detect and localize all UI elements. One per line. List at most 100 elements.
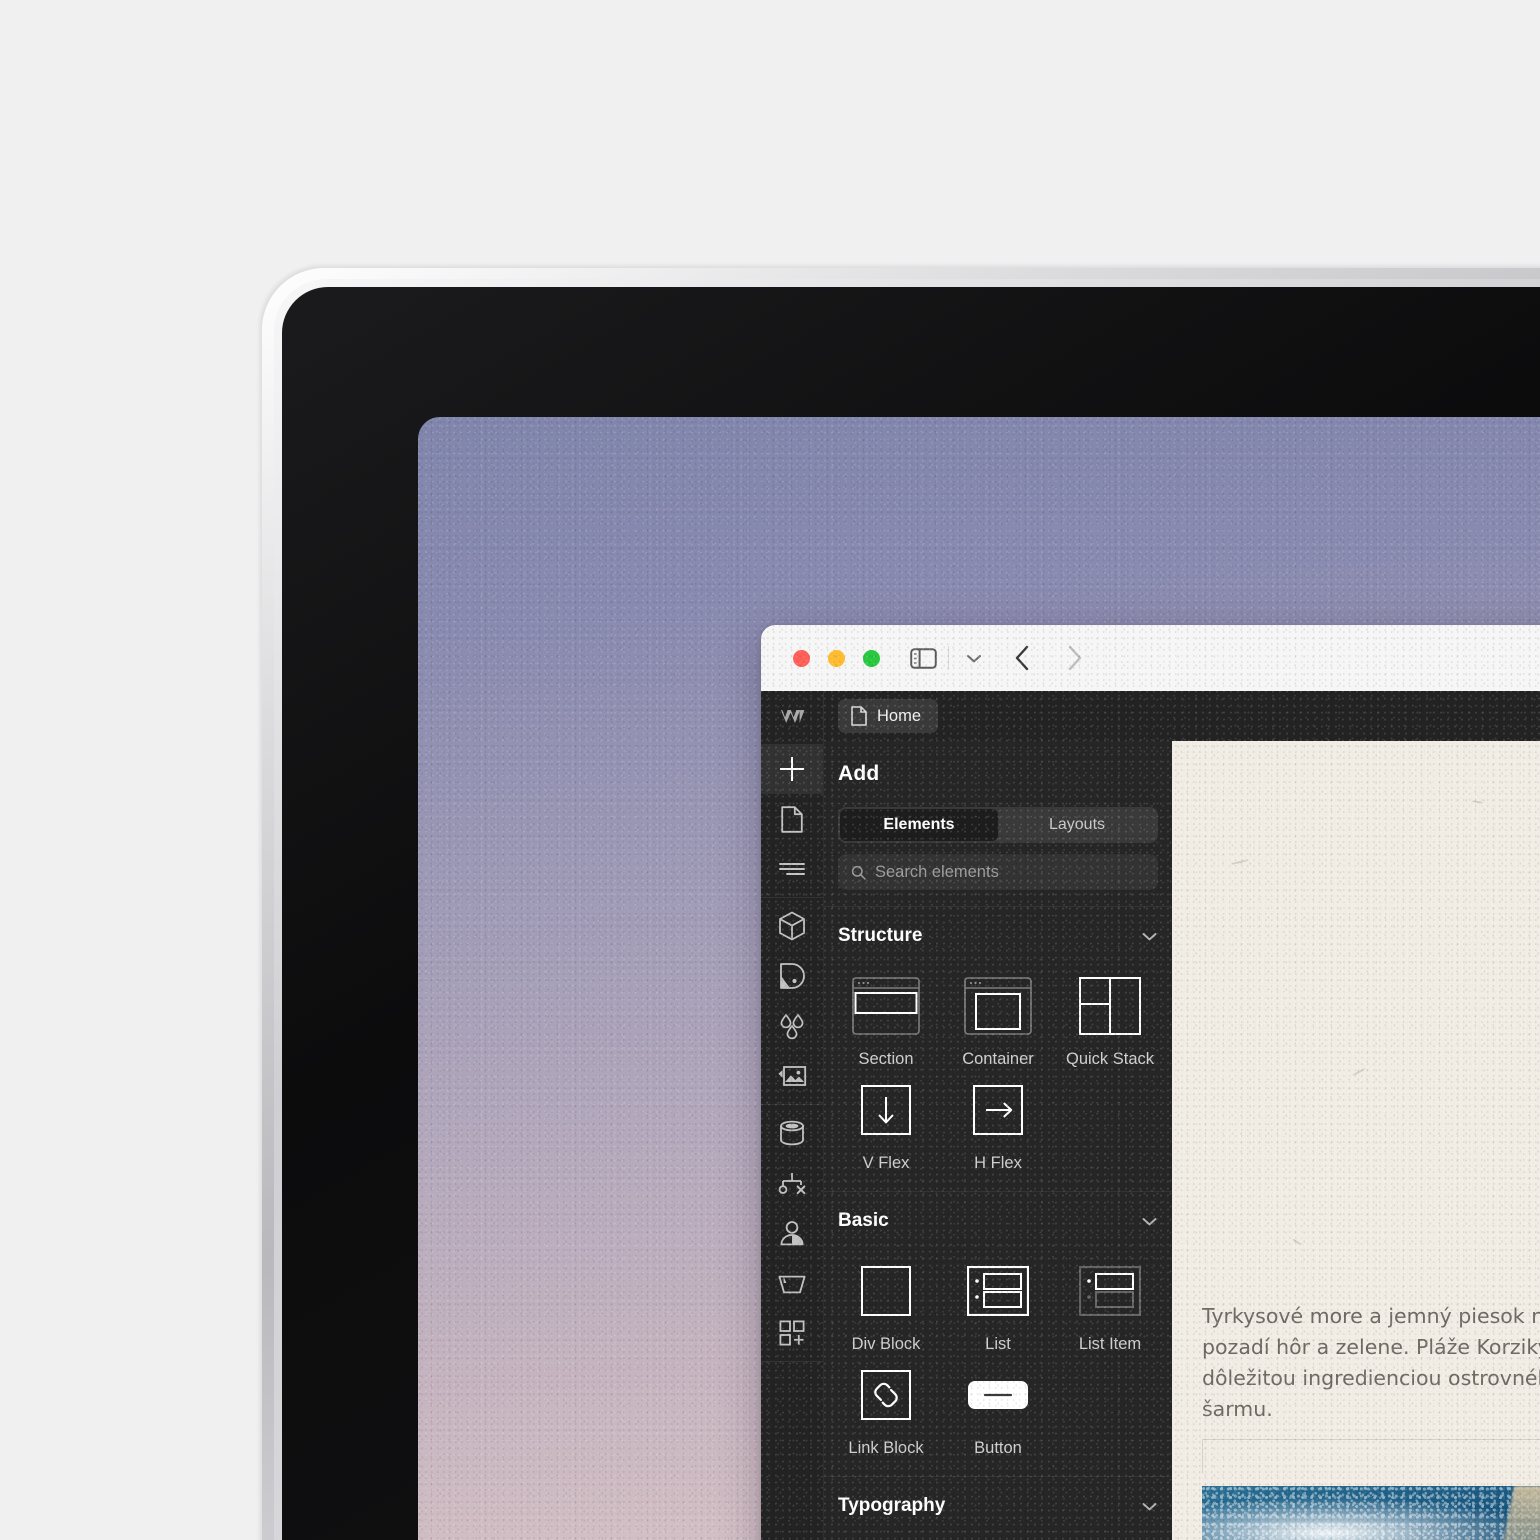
rail-group-primary [761, 741, 823, 898]
browser-toolbar [761, 625, 1540, 692]
element-paragraph[interactable]: Paragraph [942, 1535, 1054, 1540]
rail-item-cms[interactable] [761, 1108, 823, 1158]
canvas-paragraph[interactable]: Tyrkysové more a jemný piesok na pozadí … [1202, 1301, 1540, 1425]
zoom-window-button[interactable] [863, 650, 880, 667]
list-item-icon [1079, 1260, 1141, 1322]
laptop-lid-edge: Home ••• [274, 279, 1540, 1540]
section-title: Basic [838, 1210, 889, 1231]
section-title: Typography [838, 1495, 946, 1516]
rail-item-assets[interactable] [761, 1051, 823, 1101]
rail-item-add[interactable] [761, 744, 823, 794]
laptop-device: Home ••• [262, 268, 1540, 1540]
section-typography-header[interactable]: Typography [824, 1477, 1172, 1535]
element-text-link[interactable]: Link Text Link [1054, 1535, 1166, 1540]
element-list-item[interactable]: List Item [1054, 1250, 1166, 1354]
element-label: List [985, 1335, 1011, 1353]
rail-item-users[interactable] [761, 1208, 823, 1258]
element-list[interactable]: List [942, 1250, 1054, 1354]
canvas-divider-edge [1202, 1439, 1203, 1473]
sidebar-toggle-icon[interactable] [901, 641, 945, 675]
add-elements-panel: Add Elements Layouts Search elements Str… [824, 741, 1172, 1540]
section-basic: Basic Div Block List List Item Link Bloc… [824, 1191, 1172, 1476]
element-label: List Item [1078, 1335, 1142, 1353]
minimize-window-button[interactable] [828, 650, 845, 667]
paper-speck [1352, 1067, 1366, 1077]
webflow-logo-icon[interactable] [761, 691, 824, 741]
tab-layouts[interactable]: Layouts [998, 809, 1156, 841]
rail-item-logic[interactable] [761, 1158, 823, 1208]
screenshot-stage: Home ••• [0, 0, 1540, 1540]
grid-spacer [1054, 1354, 1166, 1458]
page-icon [851, 706, 867, 726]
back-arrow-icon[interactable] [996, 641, 1048, 675]
element-link-block[interactable]: Link Block [830, 1354, 942, 1458]
element-label: Container [962, 1050, 1034, 1068]
structure-items-grid: Section Container Quick Stack V Flex H F… [824, 965, 1172, 1191]
search-elements-input[interactable]: Search elements [838, 854, 1158, 890]
button-icon [967, 1364, 1029, 1426]
page-tab-home[interactable]: Home [838, 699, 939, 733]
elements-scroll-area[interactable]: Structure Section Container Quick Stack … [824, 906, 1172, 1540]
element-label: V Flex [862, 1154, 910, 1172]
rail-group-design [761, 898, 823, 1105]
rail-item-variables[interactable] [761, 1001, 823, 1051]
rail-item-navigator[interactable] [761, 844, 823, 894]
section-typography: Typography [824, 1476, 1172, 1540]
quick-stack-icon [1079, 975, 1141, 1037]
grid-spacer [1054, 1069, 1166, 1173]
rail-item-ecommerce[interactable] [761, 1258, 823, 1308]
section-structure: Structure Section Container Quick Stack … [824, 906, 1172, 1191]
element-label: Link Block [848, 1439, 924, 1457]
designer-left-rail [761, 741, 824, 1540]
rail-item-pages[interactable] [761, 794, 823, 844]
browser-window: Home ••• [761, 625, 1540, 1540]
section-structure-header[interactable]: Structure [824, 907, 1172, 965]
element-v-flex[interactable]: V Flex [830, 1069, 942, 1173]
aerial-ocean-waves-photo[interactable] [1202, 1486, 1540, 1540]
panel-title: Add [838, 762, 880, 785]
designer-topbar: Home ••• [761, 691, 1540, 742]
chevron-down-icon[interactable] [1141, 931, 1158, 942]
paper-speck [1231, 859, 1249, 865]
design-canvas[interactable]: Tyrkysové more a jemný piesok na pozadí … [1172, 741, 1540, 1540]
webflow-designer: Home ••• [761, 691, 1540, 1540]
element-quick-stack[interactable]: Quick Stack [1054, 965, 1166, 1069]
section-title: Structure [838, 925, 923, 946]
forward-arrow-icon[interactable] [1048, 641, 1100, 675]
canvas-divider [1202, 1439, 1540, 1440]
add-panel-header: Add Elements Layouts Search elements [824, 741, 1172, 906]
laptop-screen: Home ••• [418, 417, 1540, 1540]
rail-item-apps[interactable] [761, 1308, 823, 1358]
toolbar-divider [948, 646, 949, 670]
element-div-block[interactable]: Div Block [830, 1250, 942, 1354]
div-block-icon [861, 1260, 911, 1322]
rail-item-style-panel[interactable] [761, 951, 823, 1001]
arrow-down-icon [861, 1079, 911, 1141]
chevron-down-icon[interactable] [952, 641, 996, 675]
search-placeholder: Search elements [875, 862, 999, 881]
typography-items-grid: H Heading [824, 1535, 1172, 1540]
element-container[interactable]: Container [942, 965, 1054, 1069]
search-icon [851, 865, 866, 880]
paper-speck [1292, 1238, 1302, 1246]
element-heading[interactable]: H Heading [830, 1535, 942, 1540]
section-basic-header[interactable]: Basic [824, 1192, 1172, 1250]
rail-item-components[interactable] [761, 901, 823, 951]
wave-texture [1202, 1486, 1540, 1540]
section-icon [852, 975, 920, 1037]
laptop-bezel: Home ••• [282, 287, 1540, 1540]
window-traffic-lights [793, 650, 880, 667]
chevron-down-icon[interactable] [1141, 1501, 1158, 1512]
element-button[interactable]: Button [942, 1354, 1054, 1458]
element-section[interactable]: Section [830, 965, 942, 1069]
element-label: H Flex [974, 1154, 1022, 1172]
element-label: Section [858, 1050, 914, 1068]
chevron-down-icon[interactable] [1141, 1216, 1158, 1227]
tab-elements[interactable]: Elements [840, 809, 998, 841]
element-label: Div Block [851, 1335, 921, 1353]
element-label: Quick Stack [1065, 1050, 1155, 1068]
panel-tab-switcher: Elements Layouts [838, 807, 1158, 843]
element-h-flex[interactable]: H Flex [942, 1069, 1054, 1173]
close-window-button[interactable] [793, 650, 810, 667]
rail-group-data [761, 1105, 823, 1362]
